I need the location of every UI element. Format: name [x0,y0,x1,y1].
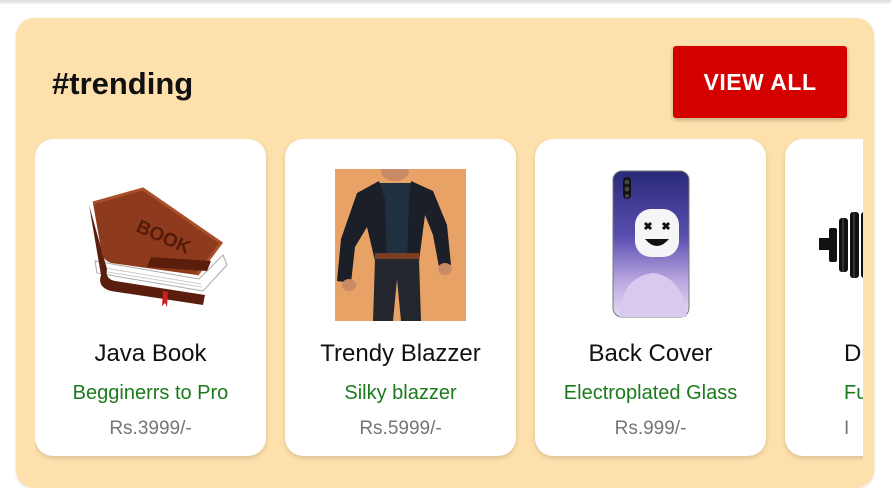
product-price: Rs.3999/- [109,418,192,439]
top-divider [0,0,891,4]
product-carousel[interactable]: BOOK Java Book Begginerrs to Pro Rs.3999… [35,139,863,469]
product-subtitle: Silky blazzer [344,382,457,404]
product-price: Rs.999/- [614,418,687,439]
blazer-photo [285,169,516,321]
product-card[interactable]: BOOK Java Book Begginerrs to Pro Rs.3999… [35,139,266,456]
trending-section: #trending VIEW ALL BOOK Java Book Beggin… [16,18,874,488]
product-card[interactable]: Trendy Blazzer Silky blazzer Rs.5999/- [285,139,516,456]
product-subtitle: Begginerrs to Pro [72,382,229,404]
product-price: I [844,418,850,439]
view-all-button[interactable]: VIEW ALL [673,46,847,118]
product-card[interactable]: Du Fu I [785,139,863,456]
section-title: #trending [52,66,194,101]
product-price: Rs.5999/- [359,418,442,439]
product-card[interactable]: Back Cover Electroplated Glass Rs.999/- [535,139,766,456]
product-name: Back Cover [588,340,713,367]
product-subtitle: Electroplated Glass [563,382,738,404]
product-name: Java Book [94,340,207,367]
dumbbell-icon [785,169,863,321]
phone-cover-photo [535,169,766,321]
book-icon: BOOK [35,169,266,321]
product-subtitle: Fu [844,382,863,404]
product-name: Trendy Blazzer [320,340,481,367]
product-name: Du [844,340,863,367]
